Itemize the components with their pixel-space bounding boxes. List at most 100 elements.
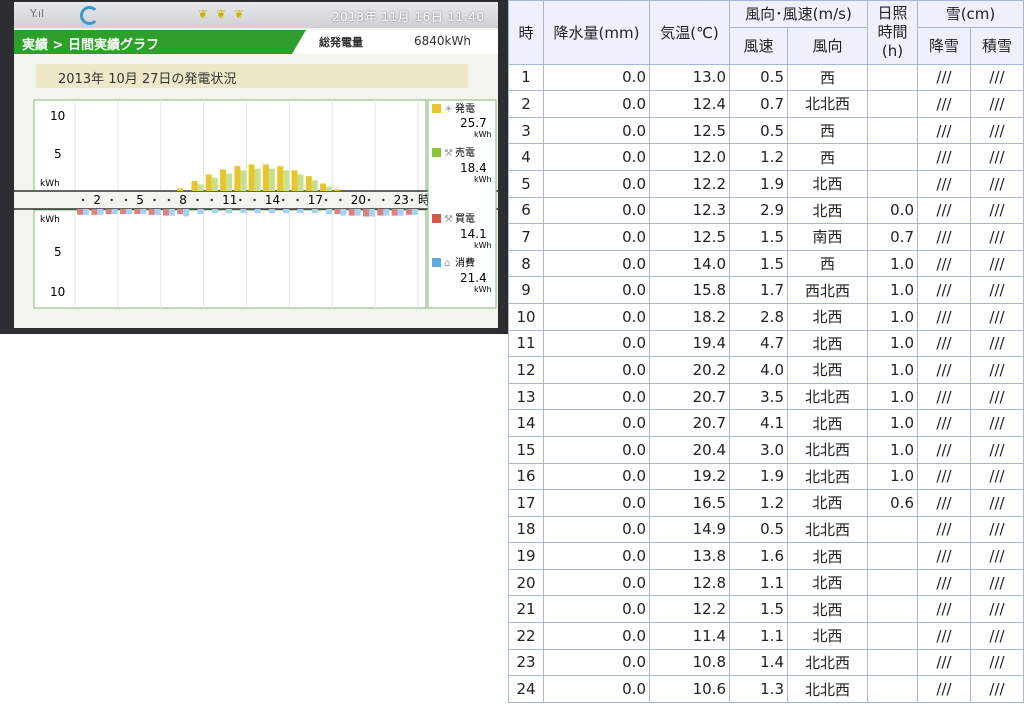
cell-snow-depth: ///: [970, 595, 1024, 624]
consumption-bar: [197, 209, 204, 214]
header-temperature: 気温(℃): [649, 0, 730, 65]
cell-sunshine: 0.0: [867, 196, 918, 225]
cell-temperature: 18.2: [649, 302, 730, 331]
bought-bar: [363, 209, 369, 217]
x-tick-dot: [81, 198, 85, 202]
cell-sunshine: [867, 515, 918, 544]
y-tick-lower-10: 10: [50, 285, 65, 299]
legend-generation-label: 発電: [455, 102, 475, 115]
header-sunshine: 日照時間(h): [867, 0, 918, 65]
bought-bar: [377, 209, 384, 216]
cell-snow-depth: ///: [970, 435, 1024, 464]
cell-temperature: 12.2: [649, 169, 730, 198]
cell-precipitation: 0.0: [543, 568, 650, 597]
cell-wind-direction: 北北西: [787, 435, 868, 464]
date-heading: 2013年 10月 27日の発電状況: [58, 72, 237, 87]
bought-bar: [405, 209, 412, 215]
consumption-bar: [97, 209, 104, 215]
cell-snow-depth: ///: [970, 542, 1024, 570]
cell-snowfall: ///: [917, 116, 971, 145]
signal-icon: Y.ıl: [30, 7, 45, 20]
cell-sunshine: 1.0: [867, 276, 918, 304]
cell-wind-direction: 西: [787, 143, 868, 171]
y-tick-lower-5: 5: [54, 245, 62, 259]
header-snow: 雪(cm): [917, 0, 1024, 28]
cell-sunshine: [867, 648, 918, 677]
consumption-bar: [111, 209, 118, 214]
table-row: 22 0.0 11.4 1.1 北西 //////: [508, 622, 1024, 650]
cell-temperature: 10.8: [649, 648, 730, 677]
cell-precipitation: 0.0: [543, 675, 650, 703]
cell-precipitation: 0.0: [543, 489, 650, 517]
cell-hour: 8: [508, 249, 544, 278]
cell-wind-direction: 北北西: [787, 462, 868, 491]
cell-hour: 3: [508, 116, 544, 145]
nav-bar: 実績 > 日間実績グラフ 総発電量 6840kWh: [14, 30, 498, 54]
cell-snow-depth: ///: [970, 302, 1024, 331]
generation-bar: [334, 189, 341, 191]
cell-wind-direction: 北北西: [787, 648, 868, 677]
cell-sunshine: 1.0: [867, 329, 918, 358]
cell-wind-direction: 北西: [787, 196, 868, 225]
cell-wind-direction: 西: [787, 116, 868, 145]
table-row: 14 0.0 20.7 4.1 北西 1.0//////: [508, 409, 1024, 437]
cell-wind-speed: 4.7: [729, 329, 788, 358]
hourly-weather-table: 時 降水量(mm) 気温(℃) 風向･風速(m/s) 日照時間(h) 雪(cm)…: [508, 0, 1024, 703]
consumption-bar: [340, 209, 347, 216]
cell-precipitation: 0.0: [543, 90, 650, 118]
cell-snowfall: ///: [917, 329, 971, 358]
cell-temperature: 11.4: [649, 622, 730, 650]
cell-wind-speed: 1.7: [729, 276, 788, 304]
cell-hour: 4: [508, 143, 544, 171]
leaf-icon: ❦: [234, 7, 245, 21]
cell-temperature: 12.5: [649, 223, 730, 251]
cell-hour: 9: [508, 276, 544, 304]
x-tick-label: 20: [351, 193, 366, 207]
cell-sunshine: 1.0: [867, 302, 918, 331]
cell-temperature: 14.9: [649, 515, 730, 544]
cell-wind-direction: 北北西: [787, 675, 868, 703]
cell-snow-depth: ///: [970, 356, 1024, 384]
cell-wind-speed: 1.2: [729, 143, 788, 171]
cell-hour: 22: [508, 622, 544, 650]
bought-bar: [177, 209, 184, 214]
cell-hour: 21: [508, 595, 544, 624]
generation-bar: [320, 183, 327, 191]
cell-wind-direction: 南西: [787, 223, 868, 251]
x-tick-label: 8: [179, 193, 187, 207]
breadcrumb[interactable]: 実績 > 日間実績グラフ: [22, 34, 159, 53]
cell-snow-depth: ///: [970, 382, 1024, 411]
table-row: 4 0.0 12.0 1.2 西 //////: [508, 143, 1024, 171]
cell-wind-direction: 西北西: [787, 276, 868, 304]
table-row: 7 0.0 12.5 1.5 南西 0.7//////: [508, 223, 1024, 251]
cell-snowfall: ///: [917, 409, 971, 437]
x-tick-dot: [296, 198, 299, 202]
x-tick-dot: [124, 198, 128, 202]
total-generation-label: 総発電量: [319, 36, 363, 49]
consumption-bar: [326, 209, 333, 214]
cell-wind-direction: 北西: [787, 302, 868, 331]
generation-bar: [305, 176, 312, 191]
legend-sold-label: 売電: [455, 146, 475, 159]
sold-bar: [268, 168, 275, 191]
sun-icon: ☀: [444, 104, 453, 115]
sell-icon: ⚒: [444, 148, 453, 159]
header-snow-depth: 積雪: [970, 26, 1024, 65]
cell-snow-depth: ///: [970, 223, 1024, 251]
consumption-bar: [411, 209, 418, 215]
cell-wind-speed: 0.5: [729, 63, 788, 92]
x-tick-label: 5: [136, 193, 144, 207]
x-tick-dot: [367, 198, 371, 202]
cell-snowfall: ///: [917, 63, 971, 92]
cell-sunshine: [867, 90, 918, 118]
cell-precipitation: 0.0: [543, 116, 650, 145]
cell-sunshine: 1.0: [867, 249, 918, 278]
cell-sunshine: 1.0: [867, 409, 918, 437]
cell-temperature: 12.4: [649, 90, 730, 118]
cell-hour: 1: [508, 63, 544, 92]
cell-hour: 20: [508, 568, 544, 597]
cell-wind-direction: 北西: [787, 489, 868, 517]
table-row: 12 0.0 20.2 4.0 北西 1.0//////: [508, 356, 1024, 384]
cell-snowfall: ///: [917, 675, 971, 703]
sold-bar: [297, 174, 304, 191]
